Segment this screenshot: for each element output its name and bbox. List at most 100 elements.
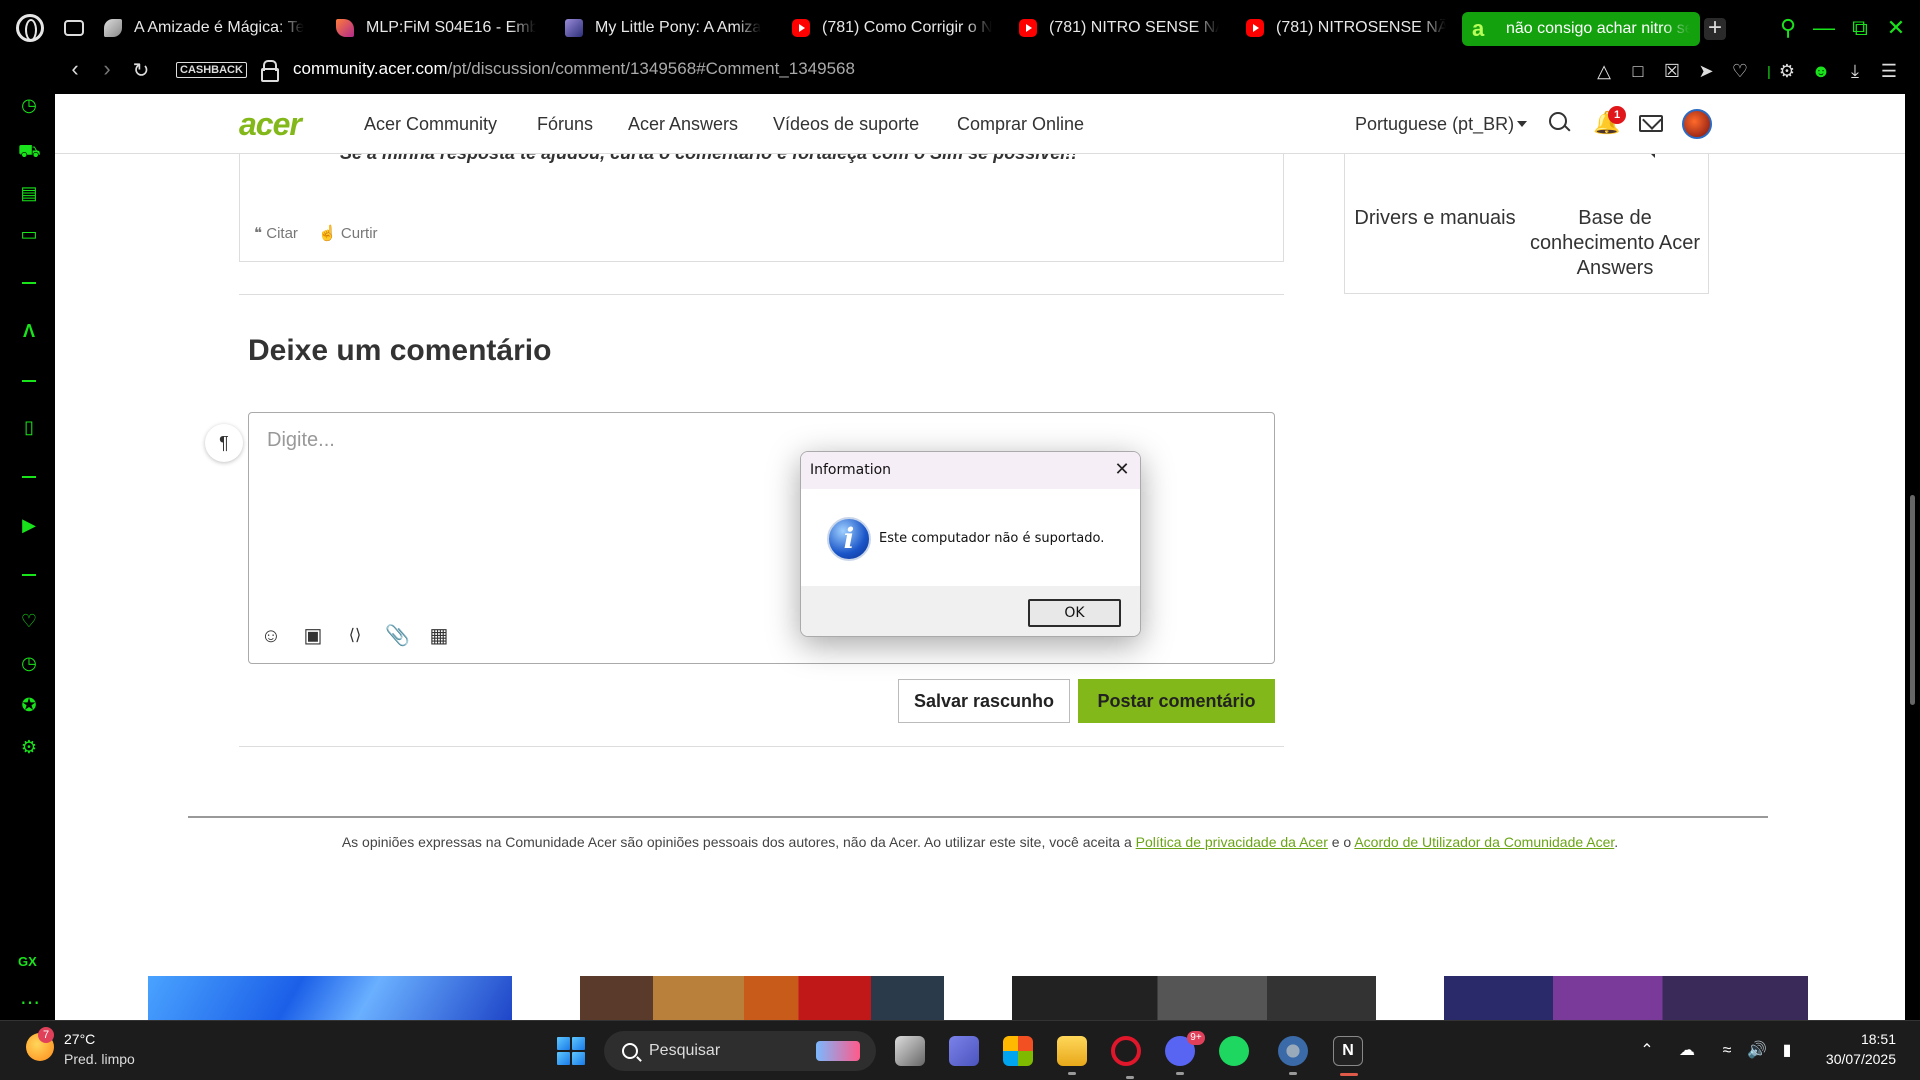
privacy-policy-link[interactable]: Política de privacidade da Acer — [1136, 834, 1328, 850]
more-icon[interactable]: ⋯ — [20, 990, 41, 1015]
tab-amizade-magica[interactable]: A Amizade é Mágica: Te — [104, 0, 314, 56]
bookmark-heart-icon[interactable]: ♡ — [1729, 60, 1751, 82]
gx-icon[interactable]: GX — [18, 954, 37, 969]
onedrive-icon[interactable]: ☁ — [1676, 1040, 1698, 1062]
nitrosense-icon[interactable]: N — [1333, 1036, 1363, 1076]
opera-gx-icon[interactable] — [1111, 1036, 1141, 1079]
featured-thumbnail[interactable] — [1444, 976, 1808, 1020]
footer-disclaimer: As opiniões expressas na Comunidade Acer… — [341, 834, 1619, 850]
settings-gear-icon[interactable]: ⚙ — [18, 736, 40, 758]
quote-button[interactable]: ❝ Citar — [254, 224, 298, 242]
gx-control-icon[interactable]: ⛟ — [18, 140, 41, 162]
image-icon[interactable]: ▣ — [301, 624, 325, 648]
speed-dial-icon[interactable]: ◷ — [18, 94, 40, 116]
code-icon[interactable]: ⟨⟩ — [343, 624, 367, 648]
weather-description: Pred. limpo — [64, 1051, 135, 1067]
featured-thumbnail[interactable] — [580, 976, 944, 1020]
bookmarks-heart-icon[interactable]: ♡ — [18, 610, 40, 632]
maximize-icon[interactable]: ⧉ — [1846, 14, 1874, 42]
flow-send-icon[interactable]: ➤ — [1695, 60, 1717, 82]
history-icon[interactable]: ◷ — [18, 652, 40, 674]
pin-icon[interactable]: △ — [1593, 60, 1615, 82]
microsoft-store-icon[interactable] — [1003, 1036, 1033, 1066]
task-view-icon[interactable] — [895, 1036, 925, 1066]
search-icon — [622, 1043, 638, 1059]
battery-icon[interactable]: ▮ — [1776, 1040, 1798, 1062]
site-header: acer Acer Community Fóruns Acer Answers … — [55, 94, 1905, 154]
pony-icon — [336, 19, 354, 37]
extensions-icon[interactable]: ✪ — [18, 694, 40, 716]
featured-thumbnail[interactable] — [1012, 976, 1376, 1020]
opera-gx-logo-icon[interactable] — [16, 14, 44, 42]
settings-icon[interactable] — [1278, 1036, 1308, 1075]
paragraph-format-icon[interactable]: ¶ — [205, 424, 243, 462]
gx-games-icon[interactable]: Λ — [18, 320, 40, 342]
easy-setup-icon[interactable]: ☰ — [1878, 60, 1900, 82]
dialog-title: Information — [810, 462, 892, 478]
tab-youtube-corrigir[interactable]: (781) Como Corrigir o N — [792, 0, 992, 56]
taskbar-search-label: Pesquisar — [649, 1042, 721, 1059]
lock-icon[interactable] — [261, 60, 279, 82]
snapshot-icon[interactable]: □ — [1627, 60, 1649, 82]
emoji-icon[interactable]: ☺ — [259, 624, 283, 648]
pony-icon — [565, 19, 583, 37]
adblock-icon[interactable]: ☒ — [1661, 60, 1683, 82]
tab-my-little-pony[interactable]: My Little Pony: A Amiza — [565, 0, 765, 56]
nav-videos-suporte[interactable]: Vídeos de suporte — [773, 114, 919, 135]
new-tab-button[interactable]: + — [1704, 16, 1726, 40]
post-comment-button[interactable]: Postar comentário — [1078, 679, 1275, 723]
scrollbar-thumb[interactable] — [1910, 495, 1915, 705]
sidebar-separator — [22, 476, 36, 478]
attachment-icon[interactable]: 📎 — [385, 624, 410, 648]
volume-icon[interactable]: 🔊 — [1746, 1040, 1768, 1062]
browser-sidebar: ◷ ⛟ ▤ ▭ Λ ▯ ▶ ♡ ◷ ✪ ⚙ GX ⋯ — [0, 94, 55, 1020]
tab-youtube-nitro-sense[interactable]: (781) NITRO SENSE NÃO — [1019, 0, 1219, 56]
twitch-icon[interactable]: ▯ — [18, 416, 40, 438]
save-draft-button[interactable]: Salvar rascunho — [898, 679, 1070, 723]
tab-mlp-s04e16[interactable]: MLP:FiM S04E16 - Emb — [336, 0, 536, 56]
clock-date[interactable]: 30/07/2025 — [1796, 1051, 1896, 1067]
acer-logo[interactable]: acer — [239, 106, 302, 143]
minimize-icon[interactable]: — — [1810, 14, 1838, 42]
teams-icon[interactable] — [949, 1036, 979, 1066]
close-window-icon[interactable]: ✕ — [1882, 14, 1910, 42]
messenger-icon[interactable]: ▭ — [18, 223, 40, 245]
reload-icon[interactable]: ↻ — [128, 58, 154, 84]
nav-acer-community[interactable]: Acer Community — [364, 114, 497, 135]
player-icon[interactable]: ▶ — [18, 514, 40, 536]
windows-start-icon[interactable] — [557, 1037, 585, 1065]
language-selector[interactable]: Portuguese (pt_BR) — [1355, 114, 1514, 135]
nav-acer-answers[interactable]: Acer Answers — [628, 114, 738, 135]
clock-time[interactable]: 18:51 — [1796, 1031, 1896, 1047]
mail-icon[interactable] — [1639, 115, 1663, 132]
show-hidden-icons-chevron-icon[interactable]: ⌃ — [1636, 1040, 1658, 1062]
ok-button[interactable]: OK — [1028, 599, 1121, 627]
back-icon[interactable]: ‹ — [62, 56, 88, 82]
nav-foruns[interactable]: Fóruns — [537, 114, 593, 135]
nav-comprar-online[interactable]: Comprar Online — [957, 114, 1084, 135]
url-field[interactable]: community.acer.com/pt/discussion/comment… — [293, 58, 855, 80]
featured-thumbnail[interactable] — [148, 976, 512, 1020]
spotify-icon[interactable] — [1219, 1036, 1249, 1066]
table-icon[interactable]: ▦ — [427, 624, 451, 648]
search-icon[interactable] — [1549, 112, 1569, 132]
tab-active-acer[interactable]: a não consigo achar nitro se — [1462, 12, 1700, 46]
feather-icon — [104, 19, 122, 37]
community-agreement-link[interactable]: Acordo de Utilizador da Comunidade Acer — [1354, 834, 1614, 850]
gx-corner-icon[interactable]: ▤ — [18, 182, 40, 204]
taskbar-search[interactable]: Pesquisar — [604, 1031, 876, 1071]
tab-youtube-nitrosense[interactable]: (781) NITROSENSE NÃO — [1246, 0, 1446, 56]
forward-icon[interactable]: › — [94, 56, 120, 82]
wifi-icon[interactable]: ≈ — [1716, 1040, 1738, 1062]
profile-icon[interactable]: ☻ — [1810, 60, 1832, 82]
close-icon[interactable]: ✕ — [1111, 459, 1133, 481]
tab-search-icon[interactable]: ⚲ — [1774, 14, 1802, 42]
tab-islands-icon[interactable] — [64, 20, 84, 36]
file-explorer-icon[interactable] — [1057, 1036, 1087, 1075]
like-button[interactable]: ☝ Curtir — [318, 224, 378, 242]
extensions-icon[interactable]: ⚙ — [1776, 60, 1798, 82]
avatar[interactable] — [1682, 109, 1712, 139]
chevron-down-icon[interactable] — [1517, 121, 1527, 127]
download-icon[interactable]: ⤓ — [1844, 60, 1866, 82]
cashback-badge[interactable]: CASHBACK — [176, 62, 247, 78]
